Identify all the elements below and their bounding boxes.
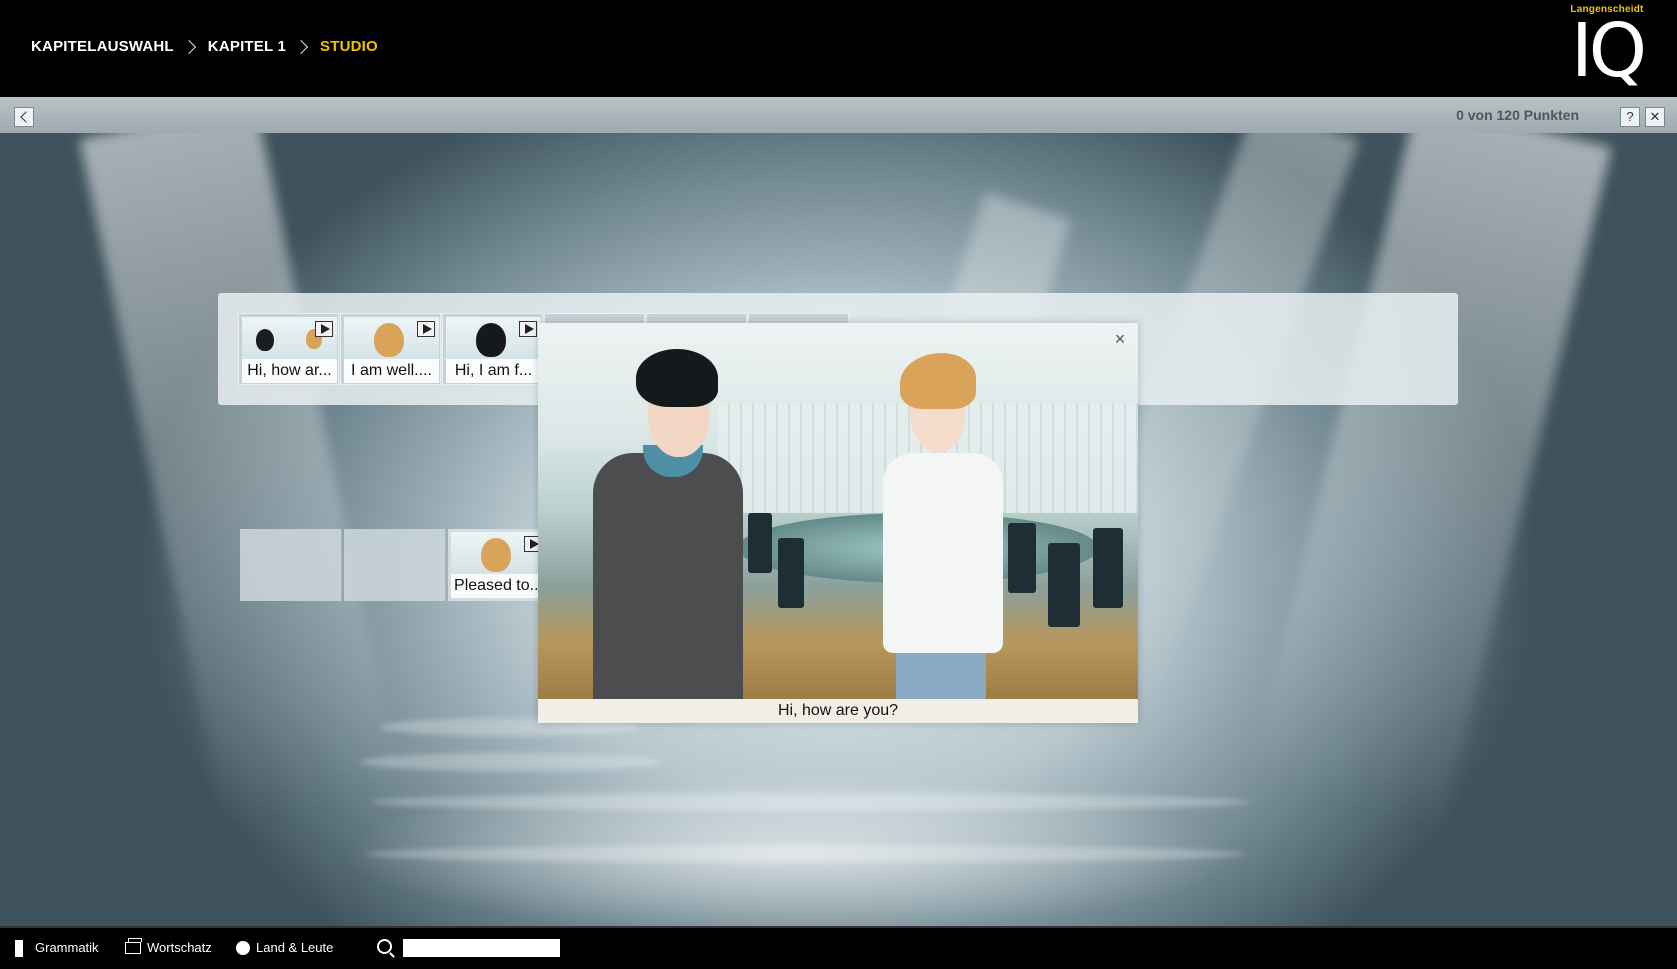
clip-caption: Hi, how ar... — [242, 359, 337, 383]
grammatik-label: Grammatik — [35, 940, 99, 955]
subtitle-caption: Hi, how are you? — [538, 699, 1138, 723]
scene-chair — [1008, 523, 1036, 593]
bottom-bar: Grammatik Wortschatz Land & Leute — [0, 926, 1677, 969]
close-button[interactable]: ✕ — [1645, 107, 1665, 127]
wortschatz-label: Wortschatz — [147, 940, 212, 955]
pool-slot[interactable] — [240, 529, 342, 601]
close-icon[interactable]: × — [1110, 329, 1130, 349]
grid-icon — [15, 939, 29, 957]
grammatik-link[interactable]: Grammatik — [15, 939, 99, 957]
langenscheidt-logo: Langenscheidt IQ — [1567, 4, 1647, 94]
search-icon[interactable] — [377, 939, 392, 954]
character-thumb — [476, 323, 506, 357]
clip-caption: I am well.... — [344, 359, 439, 383]
character-thumb — [481, 538, 511, 572]
clip-caption: Pleased to... — [451, 574, 546, 598]
male-character — [593, 453, 743, 699]
floor-reflection — [370, 793, 1250, 811]
timeline-slot[interactable]: I am well.... — [340, 313, 441, 385]
chevron-right-icon — [293, 39, 309, 54]
timeline-slot[interactable]: Hi, I am f... — [442, 313, 543, 385]
video-scene — [538, 323, 1138, 699]
scene-chair — [1048, 543, 1080, 627]
pool-slot[interactable]: Pleased to... — [448, 529, 550, 601]
video-clip[interactable]: Hi, I am f... — [446, 317, 541, 383]
pool-slot[interactable] — [344, 529, 446, 601]
cards-icon — [125, 937, 142, 954]
male-character-hair — [636, 349, 718, 407]
chevron-right-icon — [181, 39, 196, 54]
play-icon[interactable] — [315, 321, 333, 337]
toolbar: 0 von 120 Punkten ? ✕ — [0, 97, 1677, 133]
character-thumb — [374, 323, 404, 357]
breadcrumb-kapitelauswahl[interactable]: KAPITELAUSWAHL — [31, 38, 174, 55]
scene-chair — [1093, 528, 1123, 608]
floor-reflection — [360, 753, 660, 771]
back-button[interactable] — [14, 107, 34, 127]
scene-chair — [778, 538, 804, 608]
video-clip[interactable]: Pleased to... — [451, 532, 546, 598]
land-leute-link[interactable]: Land & Leute — [236, 940, 333, 955]
female-character — [883, 453, 1003, 653]
logo-mark: IQ — [1570, 8, 1647, 94]
video-clip[interactable]: I am well.... — [344, 317, 439, 383]
spotlight-beam — [79, 133, 401, 825]
top-header: KAPITELAUSWAHL KAPITEL 1 STUDIO Langensc… — [0, 0, 1677, 97]
clip-caption: Hi, I am f... — [446, 359, 541, 383]
video-clip[interactable]: Hi, how ar... — [242, 317, 337, 383]
land-leute-label: Land & Leute — [256, 940, 334, 955]
play-icon[interactable] — [519, 321, 537, 337]
help-button[interactable]: ? — [1620, 107, 1640, 127]
female-character-hair — [900, 353, 976, 409]
score-text: 0 von 120 Punkten — [1456, 107, 1579, 123]
scene-chair — [748, 513, 772, 573]
breadcrumb-kapitel[interactable]: KAPITEL 1 — [208, 38, 286, 55]
breadcrumb: KAPITELAUSWAHL KAPITEL 1 STUDIO — [31, 38, 378, 55]
character-thumb — [256, 329, 274, 351]
timeline-slot[interactable]: Hi, how ar... — [238, 313, 339, 385]
play-icon[interactable] — [417, 321, 435, 337]
wortschatz-link[interactable]: Wortschatz — [125, 937, 212, 955]
floor-reflection — [365, 845, 1245, 863]
search-input[interactable] — [403, 939, 560, 957]
breadcrumb-studio: STUDIO — [320, 38, 378, 55]
globe-icon — [236, 940, 250, 955]
video-modal: × Hi, how are you? — [538, 323, 1138, 723]
